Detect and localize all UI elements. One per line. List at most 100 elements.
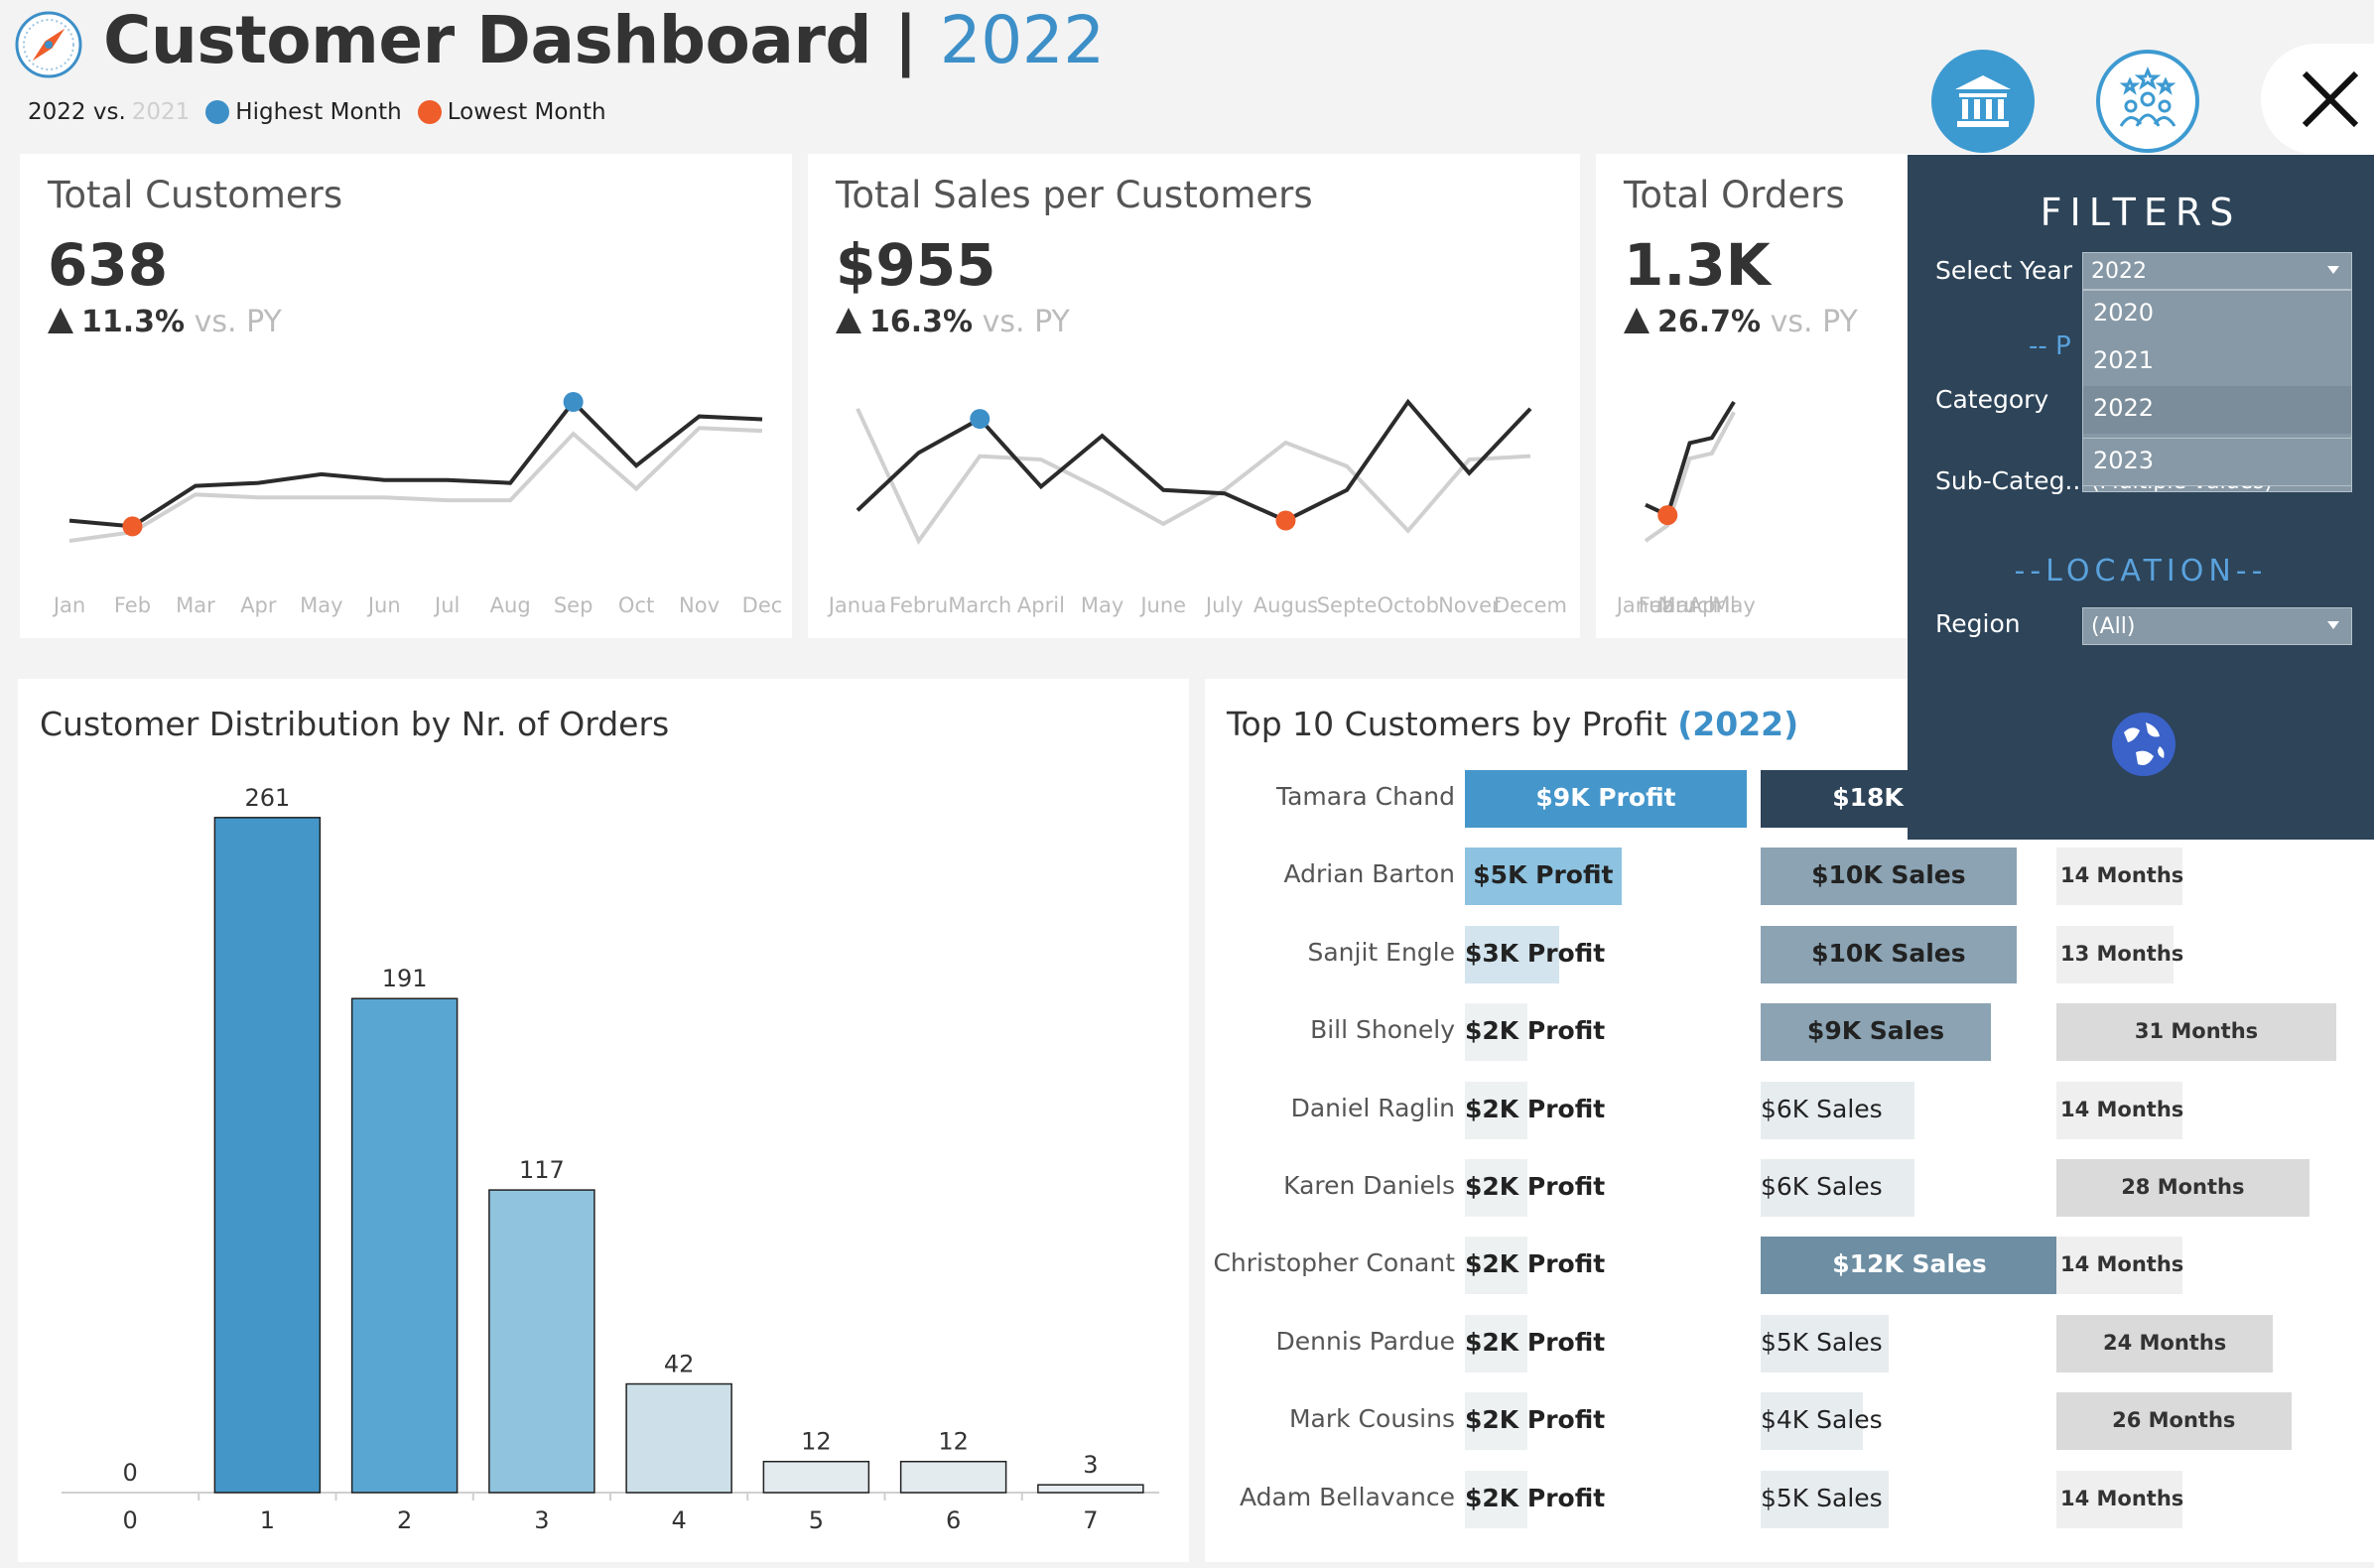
profit-label: $2K Profit bbox=[1465, 1327, 1606, 1357]
location-section-header: --LOCATION-- bbox=[2014, 554, 2268, 588]
up-triangle-icon bbox=[48, 308, 73, 333]
sales-label: $10K Sales bbox=[1811, 938, 1966, 968]
customers-button[interactable] bbox=[2096, 50, 2199, 153]
category-label: Category bbox=[1935, 385, 2049, 414]
kpi-change-vs: vs. PY bbox=[1770, 305, 1858, 339]
table-row[interactable]: Sanjit Engle $3K Profit $10K Sales 13 Month… bbox=[1205, 925, 2374, 985]
current-year-line bbox=[856, 398, 1532, 523]
month-tick-label: Septe bbox=[1317, 593, 1378, 617]
sparkline-sales-per-customer[interactable]: Janua Febru March April May June July AugusSept… bbox=[808, 392, 1580, 638]
up-triangle-icon bbox=[1624, 308, 1649, 333]
customer-name: Mark Cousins bbox=[1288, 1404, 1455, 1434]
table-row[interactable]: Adam Bellavance $2K Profit $5K Sales 14 Mon… bbox=[1205, 1470, 2374, 1530]
region-dropdown[interactable]: (All) bbox=[2082, 607, 2352, 645]
month-tick-label: Apr bbox=[240, 593, 277, 617]
category-tick-label: 6 bbox=[946, 1506, 961, 1534]
year-option-2021[interactable]: 2021 bbox=[2083, 338, 2351, 386]
month-tick-label: Octob bbox=[1377, 593, 1439, 617]
month-tick-label: March bbox=[948, 593, 1011, 617]
bar-value-label: 117 bbox=[519, 1156, 565, 1184]
highest-month-marker[interactable] bbox=[563, 392, 584, 412]
table-row[interactable]: Christopher Conant $2K Profit $12K Sales 14… bbox=[1205, 1237, 2374, 1296]
profit-label: $5K Profit bbox=[1473, 860, 1614, 890]
close-button[interactable] bbox=[2261, 44, 2374, 155]
table-row[interactable]: Karen Daniels $2K Profit $6K Sales 28 Month… bbox=[1205, 1159, 2374, 1219]
previous-year-line bbox=[68, 426, 763, 543]
month-tick-label: April bbox=[1017, 593, 1065, 617]
month-tick-label: Jul bbox=[433, 593, 460, 617]
bank-button[interactable] bbox=[1931, 50, 2035, 153]
customer-name: Adrian Barton bbox=[1283, 859, 1455, 889]
kpi-change: 11.3% vs. PY bbox=[48, 305, 282, 339]
lowest-month-marker[interactable] bbox=[1657, 505, 1678, 526]
distribution-bar[interactable] bbox=[625, 1382, 732, 1494]
sales-label: $5K Sales bbox=[1761, 1483, 1883, 1512]
globe-icon[interactable] bbox=[2106, 707, 2181, 782]
year-options-list: 2020 2021 2022 bbox=[2082, 290, 2352, 439]
year-option-2023[interactable]: 2023 bbox=[2082, 439, 2352, 486]
top10-title-year: (2022) bbox=[1677, 705, 1799, 743]
profit-label: $2K Profit bbox=[1465, 1172, 1606, 1201]
legend-lowest-label: Lowest Month bbox=[447, 99, 606, 125]
month-tick-label: Feb bbox=[114, 593, 151, 617]
month-tick-label: Sep bbox=[554, 593, 594, 617]
distribution-bar[interactable] bbox=[213, 817, 322, 1494]
distribution-bar-chart[interactable]: 0 0 261 1 191 2 117 3 42 4 12 5 12 6 3 7 bbox=[18, 758, 1189, 1562]
sales-label: $5K Sales bbox=[1761, 1327, 1883, 1357]
lowest-month-marker[interactable] bbox=[1275, 510, 1296, 531]
month-tick-label: Mar bbox=[176, 593, 215, 617]
lowest-month-marker[interactable] bbox=[122, 516, 143, 537]
month-tick-label: Augus bbox=[1253, 593, 1318, 617]
year-option-2022[interactable]: 2022 bbox=[2083, 386, 2351, 434]
title-separator: | bbox=[893, 2, 918, 78]
tenure-label: 14 Months bbox=[2060, 1486, 2184, 1510]
kpi-title: Total Orders bbox=[1624, 174, 1845, 216]
select-year-label: Select Year bbox=[1935, 256, 2073, 285]
filters-panel: FILTERS Select Year 2022 -- P Category S… bbox=[1908, 155, 2374, 840]
sales-label: $6K Sales bbox=[1761, 1094, 1883, 1123]
tenure-label: 14 Months bbox=[2060, 1097, 2184, 1121]
table-row[interactable]: Bill Shonely $2K Profit $9K Sales 31 Months bbox=[1205, 1003, 2374, 1063]
distribution-bar[interactable] bbox=[899, 1460, 1007, 1494]
highest-month-dot bbox=[205, 100, 230, 124]
distribution-bar[interactable] bbox=[350, 997, 459, 1494]
title-year: 2022 bbox=[939, 2, 1105, 78]
region-label: Region bbox=[1935, 609, 2021, 638]
customer-name: Adam Bellavance bbox=[1240, 1482, 1455, 1511]
category-tick-label: 5 bbox=[809, 1506, 824, 1534]
category-tick-label: 2 bbox=[397, 1506, 412, 1534]
table-row[interactable]: Mark Cousins $2K Profit $4K Sales 26 Months bbox=[1205, 1392, 2374, 1452]
chevron-down-icon bbox=[2327, 266, 2339, 274]
year-option-2020[interactable]: 2020 bbox=[2083, 291, 2351, 338]
profit-label: $2K Profit bbox=[1465, 1483, 1606, 1512]
highest-month-marker[interactable] bbox=[970, 409, 990, 430]
kpi-title: Total Customers bbox=[48, 174, 343, 216]
bar-value-label: 261 bbox=[244, 784, 290, 812]
kpi-change: 26.7% vs. PY bbox=[1624, 305, 1858, 339]
select-year-dropdown[interactable]: 2022 bbox=[2082, 252, 2352, 290]
profit-label: $2K Profit bbox=[1465, 1094, 1606, 1123]
table-row[interactable]: Daniel Raglin $2K Profit $6K Sales 14 Month… bbox=[1205, 1081, 2374, 1141]
category-tick-label: 3 bbox=[534, 1506, 549, 1534]
distribution-bar[interactable] bbox=[1037, 1484, 1144, 1494]
bar-value-label: 191 bbox=[382, 965, 428, 992]
table-row[interactable]: Dennis Pardue $2K Profit $5K Sales 24 Month… bbox=[1205, 1314, 2374, 1374]
month-tick-label: May bbox=[300, 593, 342, 617]
top10-title: Top 10 Customers by Profit (2022) bbox=[1227, 705, 1798, 743]
up-triangle-icon bbox=[836, 308, 861, 333]
legend-previous-year: 2021 bbox=[131, 99, 191, 125]
region-value: (All) bbox=[2091, 614, 2136, 639]
filters-title: FILTERS bbox=[2040, 191, 2242, 234]
tenure-label: 14 Months bbox=[2060, 1252, 2184, 1277]
distribution-bar[interactable] bbox=[488, 1189, 595, 1494]
customer-name: Dennis Pardue bbox=[1275, 1326, 1455, 1356]
sparkline-total-customers[interactable]: Jan Feb Mar Apr May Jun Jul Aug Sep Oct Nov Dec bbox=[20, 392, 792, 638]
kpi-change-percent: 26.7% bbox=[1657, 305, 1762, 339]
table-row[interactable]: Adrian Barton $5K Profit $10K Sales 14 Mont… bbox=[1205, 848, 2374, 907]
sales-label: $12K Sales bbox=[1832, 1249, 1987, 1279]
month-tick-label: May bbox=[1081, 593, 1123, 617]
kpi-value: 1.3K bbox=[1624, 231, 1771, 299]
distribution-bar[interactable] bbox=[762, 1460, 870, 1494]
bar-value-label: 12 bbox=[801, 1428, 832, 1456]
customer-name: Sanjit Engle bbox=[1307, 937, 1455, 967]
